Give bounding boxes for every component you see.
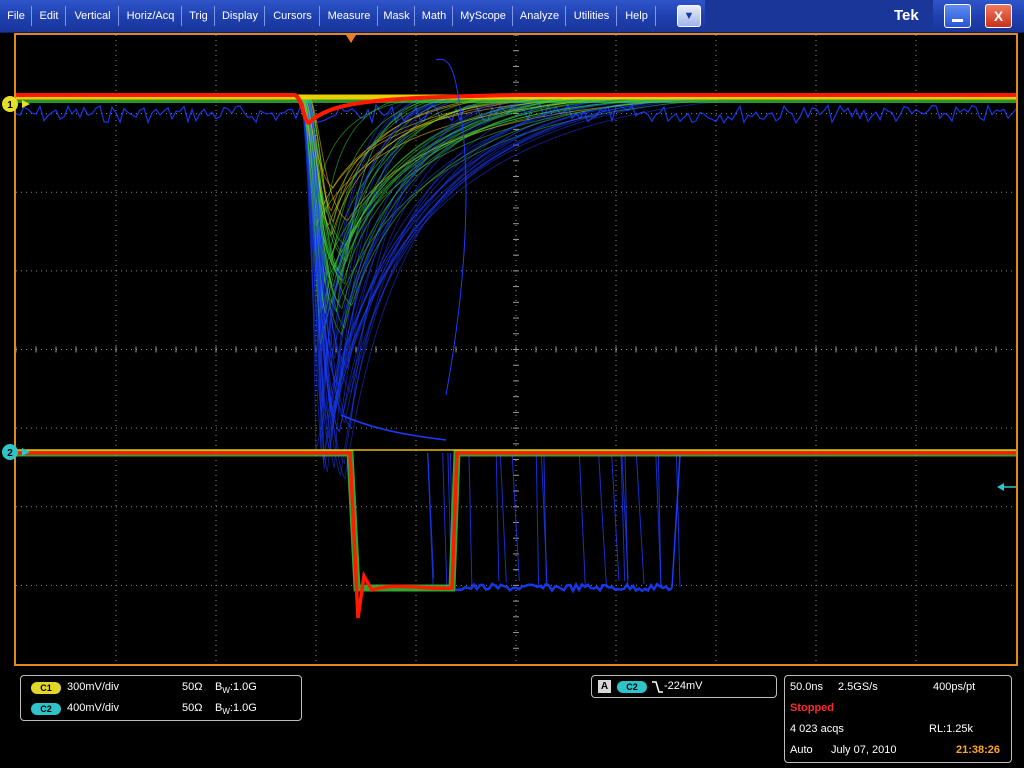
minimize-icon <box>952 19 963 22</box>
acquisition-readout-panel[interactable]: 50.0ns 2.5GS/s 400ps/pt Stopped 4 023 ac… <box>784 675 1012 763</box>
minimize-button[interactable] <box>944 4 971 28</box>
trigger-mode-badge: A <box>598 680 611 693</box>
menu-bar: File Edit Vertical Horiz/Acq Trig Display Curs… <box>0 0 1024 33</box>
trigger-mode: Auto <box>790 744 813 756</box>
time: 21:38:26 <box>956 744 1001 756</box>
resolution: 400ps/pt <box>933 681 976 693</box>
menu-item-measure[interactable]: Measure <box>320 0 378 32</box>
ch2-low-cluster <box>454 581 673 594</box>
ch2-marker-label: 2 <box>7 448 13 459</box>
channel-readout-panel[interactable]: C1 300mV/div 50Ω BW:1.0G C2 400mV/div 50… <box>20 675 302 721</box>
ch2-late-edge <box>671 454 681 589</box>
acquisition-state: Stopped <box>790 702 834 714</box>
ch2-bw-value: :1.0G <box>229 702 257 714</box>
ch2-impedance: 50Ω <box>182 702 203 714</box>
menu-dropdown-button[interactable]: ▼ <box>677 5 701 27</box>
menu-item-utilities[interactable]: Utilities <box>566 0 617 32</box>
ch2-bw-w: W <box>222 707 230 717</box>
menu-item-file[interactable]: File <box>0 0 32 32</box>
tek-logo: Tek <box>894 7 919 24</box>
graticule-grid <box>16 35 1016 664</box>
ch2-scale: 400mV/div <box>67 702 119 714</box>
menu-item-vertical[interactable]: Vertical <box>66 0 119 32</box>
ch1-impedance: 50Ω <box>182 681 203 693</box>
trigger-readout-panel[interactable]: A C2 -224mV <box>591 675 777 698</box>
menu-item-display[interactable]: Display <box>215 0 265 32</box>
record-length: RL:1.25k <box>929 723 974 735</box>
ch1-marker-label: 1 <box>7 100 13 111</box>
close-button[interactable]: X <box>985 4 1012 28</box>
ch1-bw-value: :1.0G <box>229 681 257 693</box>
falling-edge-icon <box>652 681 663 693</box>
ch2-badge: C2 <box>31 703 61 715</box>
menu-item-math[interactable]: Math <box>415 0 453 32</box>
ch1-bottom-cluster <box>340 414 447 441</box>
trigger-level: -224mV <box>664 680 703 692</box>
menu-item-myscope[interactable]: MyScope <box>453 0 513 32</box>
waveform-traces <box>16 58 1016 619</box>
menu-item-horiz-acq[interactable]: Horiz/Acq <box>119 0 182 32</box>
ch1-bw-w: W <box>222 686 230 696</box>
date: July 07, 2010 <box>831 744 897 756</box>
ch1-scale: 300mV/div <box>67 681 119 693</box>
menu-item-trig[interactable]: Trig <box>182 0 215 32</box>
ch1-bandwidth: BW:1.0G <box>215 681 257 695</box>
timebase: 50.0ns <box>790 681 824 693</box>
waveform-svg <box>16 35 1016 664</box>
ch1-badge: C1 <box>31 682 61 694</box>
acquisition-count: 4 023 acqs <box>790 723 844 735</box>
menu-item-cursors[interactable]: Cursors <box>265 0 320 32</box>
waveform-display[interactable] <box>14 33 1018 666</box>
menu-item-edit[interactable]: Edit <box>32 0 66 32</box>
trigger-source-badge: C2 <box>617 681 647 693</box>
menu-item-analyze[interactable]: Analyze <box>513 0 566 32</box>
menu-item-mask[interactable]: Mask <box>378 0 415 32</box>
ch2-bandwidth: BW:1.0G <box>215 702 257 716</box>
menu-item-help[interactable]: Help <box>617 0 656 32</box>
menu-separator <box>655 6 656 26</box>
sample-rate: 2.5GS/s <box>838 681 878 693</box>
